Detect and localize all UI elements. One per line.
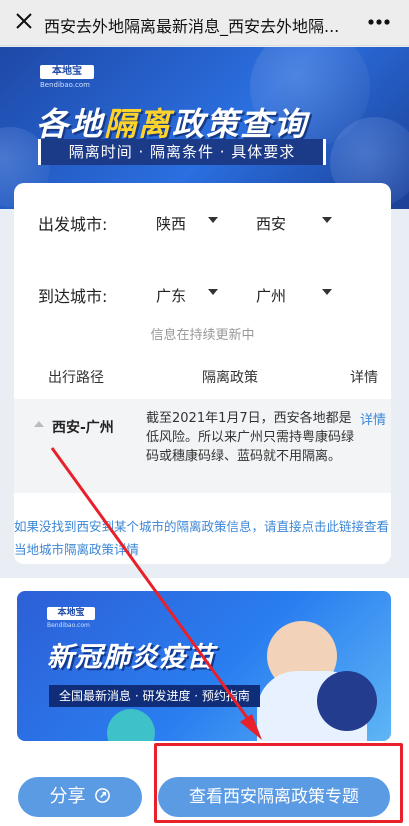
banner-tagline: 隔离时间 · 隔离条件 · 具体要求 [38, 139, 326, 165]
chevron-down-icon [322, 289, 332, 295]
route-cell: 西安-广州 [52, 420, 114, 436]
detail-link[interactable]: 详情 [360, 409, 386, 428]
arrival-city-value: 广州 [256, 287, 287, 305]
share-button[interactable]: 分享 [18, 777, 142, 817]
vaccine-headline: 新冠肺炎疫苗 [47, 642, 215, 673]
help-link[interactable]: 如果没找到西安到某个城市的隔离政策信息，请直接点击此链接查看当地城市隔离政策详情 [14, 515, 391, 561]
departure-city-value: 西安 [256, 215, 287, 233]
headline-part: 政策查询 [172, 105, 309, 143]
vaccine-banner[interactable]: 本地宝 Bendibao.com 新冠肺炎疫苗 全国最新消息 · 研发进度 · … [17, 591, 391, 741]
brand-logo: 本地宝 [40, 65, 94, 79]
close-icon[interactable] [12, 9, 36, 33]
title-bar: 西安去外地隔离最新消息_西安去外地隔... [0, 0, 409, 46]
update-note: 信息在持续更新中 [150, 328, 255, 343]
collapse-arrow-icon[interactable] [34, 421, 44, 427]
scientist-illustration [317, 671, 377, 731]
more-icon[interactable] [364, 11, 394, 33]
policy-cell: 截至2021年1月7日，西安各地都是低风险。所以来广州只需持粤康码绿码或穗康码绿… [146, 411, 355, 464]
column-header-policy: 隔离政策 [202, 370, 258, 386]
brand-logo-subtitle: Bendibao.com [47, 622, 90, 629]
vaccine-tagline: 全国最新消息 · 研发进度 · 预约指南 [49, 685, 260, 707]
chevron-down-icon [208, 217, 218, 223]
share-icon [94, 788, 110, 803]
virus-decoration [107, 709, 155, 741]
headline-highlight: 隔离 [104, 105, 173, 143]
departure-province-value: 陕西 [156, 215, 187, 233]
highlight-box [154, 743, 403, 823]
page-title: 西安去外地隔离最新消息_西安去外地隔... [44, 17, 340, 36]
arrival-label: 到达城市: [38, 287, 108, 306]
column-header-detail: 详情 [350, 370, 378, 386]
brand-logo-subtitle: Bendibao.com [40, 81, 91, 89]
policy-query-card: 出发城市: 陕西 西安 到达城市: 广东 广州 信息在持续更新中 出行路径 隔离… [14, 183, 391, 564]
chevron-down-icon [208, 289, 218, 295]
arrival-province-value: 广东 [156, 287, 187, 305]
column-header-route: 出行路径 [48, 370, 104, 386]
departure-label: 出发城市: [38, 215, 108, 234]
share-button-label: 分享 [49, 786, 86, 807]
chevron-down-icon [322, 217, 332, 223]
brand-logo: 本地宝 [47, 607, 95, 620]
headline-part: 各地 [36, 105, 105, 143]
table-row: 西安-广州 截至2021年1月7日，西安各地都是低风险。所以来广州只需持粤康码绿… [14, 399, 391, 493]
